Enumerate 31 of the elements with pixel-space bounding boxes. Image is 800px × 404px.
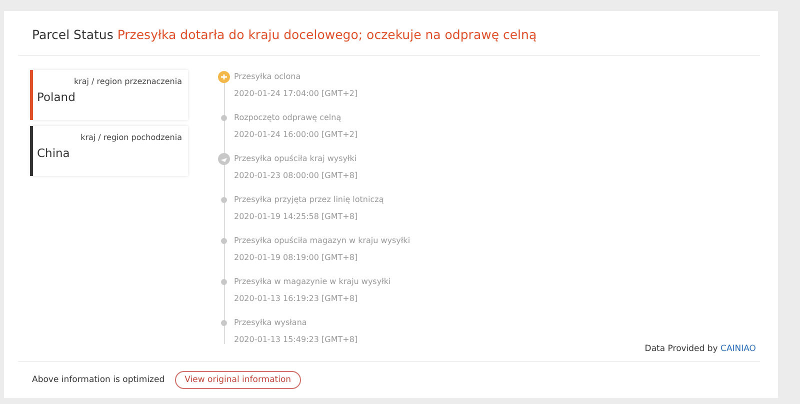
event-title: Przesyłka w magazynie w kraju wysyłki [234, 276, 391, 288]
event-title: Przesyłka opuściła kraj wysyłki [234, 152, 358, 165]
event-time: 2020-01-19 14:25:58 [GMT+8] [234, 212, 359, 221]
dot-icon [221, 238, 227, 244]
event-title: Przesyłka oclona [234, 70, 302, 83]
event-time: 2020-01-13 15:49:23 [GMT+8] [234, 334, 358, 344]
event-time: 2020-01-19 08:19:00 [GMT+8] [234, 252, 359, 262]
provider-link[interactable]: CAINIAO [720, 344, 756, 354]
parcel-status: Przesyłka dotarła do kraju docelowego; oczekuje na odprawę celną [117, 27, 537, 42]
dot-icon [221, 278, 227, 285]
event-time: 2020-01-24 17:04:00 [GMT+2] [234, 88, 358, 98]
dot-icon [221, 196, 227, 203]
status-icon [218, 152, 230, 165]
footer-note: Above information is optimized [32, 374, 165, 385]
event-title: Przesyłka przyjęta przez linię lotniczą [234, 194, 384, 206]
country-name: Poland [37, 90, 76, 104]
event-time: 2020-01-23 08:00:00 [GMT+8] [234, 170, 358, 180]
header-label: Parcel Status [32, 27, 114, 42]
country-name: China [37, 146, 71, 160]
provider-label: Data Provided by [644, 344, 718, 354]
event-title: Przesyłka opuściła magazyn w kraju wysyłki [234, 234, 410, 247]
event-time: 2020-01-24 16:00:00 [GMT+2] [234, 130, 358, 139]
view-original-button[interactable]: View original information [174, 370, 302, 389]
event-title: Przesyłka wysłana [234, 316, 308, 329]
event-time: 2020-01-13 16:19:23 [GMT+8] [234, 294, 359, 303]
event-title: Rozpoczęto odprawę celną [234, 112, 342, 124]
dot-icon [221, 320, 227, 326]
dot-icon [221, 114, 227, 121]
country-caption: kraj / region przeznaczenia [74, 76, 182, 86]
status-icon [218, 70, 230, 83]
country-caption: kraj / region pochodzenia [80, 132, 182, 142]
